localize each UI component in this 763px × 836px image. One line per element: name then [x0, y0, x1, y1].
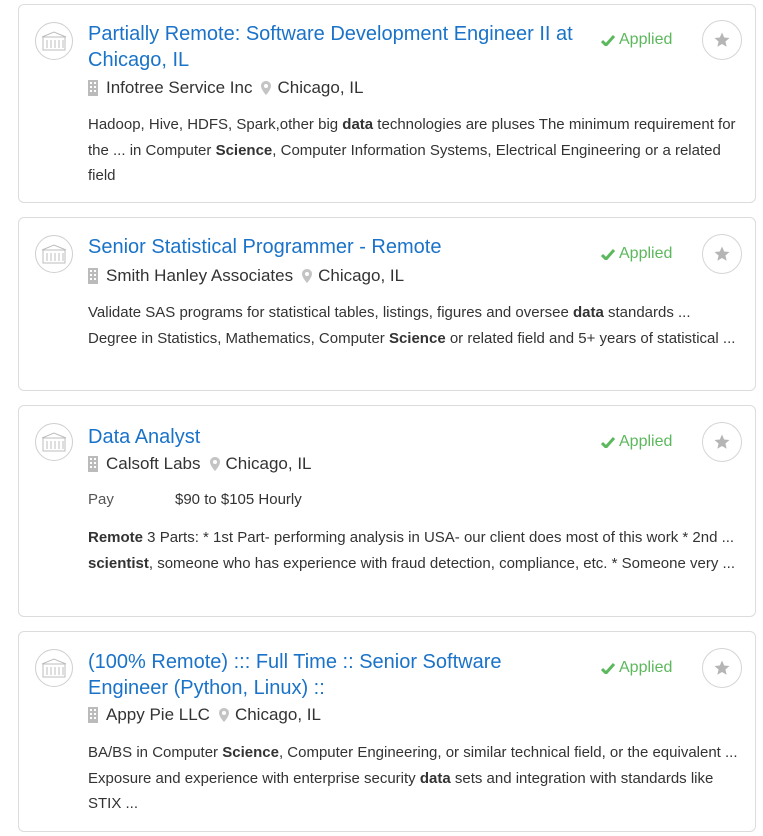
job-card[interactable]: (100% Remote) ::: Full Time :: Senior So…	[18, 631, 756, 832]
job-meta: Appy Pie LLC Chicago, IL	[88, 704, 321, 726]
save-star-button[interactable]	[702, 422, 742, 462]
snippet-text: , someone who has experience with fraud …	[148, 554, 736, 572]
star-icon	[714, 32, 730, 47]
snippet-text: 3 Parts: * 1st Part- performing analysis…	[143, 529, 735, 546]
snippet-highlight: Science	[388, 329, 446, 347]
snippet-highlight: Science	[215, 141, 273, 159]
applied-label: Applied	[619, 659, 673, 676]
applied-status: Applied	[601, 433, 672, 451]
job-title-link[interactable]: Data Analyst	[88, 424, 588, 450]
job-meta: Smith Hanley Associates Chicago, IL	[88, 265, 404, 287]
job-meta: Calsoft Labs Chicago, IL	[88, 453, 312, 475]
applied-label: Applied	[619, 245, 673, 262]
check-icon	[601, 34, 615, 46]
job-snippet: Validate SAS programs for statistical ta…	[88, 300, 738, 351]
snippet-highlight: Science	[222, 744, 279, 761]
job-card[interactable]: Senior Statistical Programmer - Remote S…	[18, 217, 756, 391]
star-icon	[714, 660, 730, 675]
snippet-highlight: data	[572, 304, 604, 321]
applied-label: Applied	[619, 433, 673, 450]
applied-label: Applied	[619, 31, 673, 48]
save-star-button[interactable]	[702, 648, 742, 688]
check-icon	[601, 662, 615, 674]
job-location: Chicago, IL	[225, 454, 312, 473]
job-title-link[interactable]: (100% Remote) ::: Full Time :: Senior So…	[88, 649, 528, 701]
job-title-link[interactable]: Partially Remote: Software Development E…	[88, 21, 588, 73]
company-name: Smith Hanley Associates	[106, 266, 294, 285]
location-pin-icon	[302, 269, 313, 283]
job-snippet: Remote 3 Parts: * 1st Part- performing a…	[88, 525, 738, 576]
pay-value: $90 to $105 Hourly	[175, 491, 302, 508]
company-name: Infotree Service Inc	[106, 78, 253, 97]
snippet-highlight: data	[419, 769, 451, 787]
location-pin-icon	[209, 457, 220, 471]
star-icon	[714, 246, 730, 261]
job-snippet: Hadoop, Hive, HDFS, Spark,other big data…	[88, 112, 738, 189]
applied-status: Applied	[601, 659, 672, 677]
job-location: Chicago, IL	[234, 705, 321, 724]
job-meta: Infotree Service Inc Chicago, IL	[88, 77, 363, 99]
save-star-button[interactable]	[702, 20, 742, 60]
company-name: Appy Pie LLC	[106, 705, 210, 724]
snippet-text: Validate SAS programs for statistical ta…	[88, 304, 573, 321]
pay-label: Pay	[88, 491, 114, 508]
location-pin-icon	[218, 708, 229, 722]
applied-status: Applied	[601, 31, 672, 49]
job-title-link[interactable]: Senior Statistical Programmer - Remote	[88, 234, 588, 260]
building-icon	[88, 707, 98, 723]
snippet-highlight: data	[342, 116, 374, 133]
pay-row: Pay $90 to $105 Hourly	[88, 491, 302, 508]
company-logo-icon	[35, 22, 73, 60]
star-icon	[714, 434, 730, 449]
snippet-highlight: scientist	[88, 554, 149, 572]
building-icon	[88, 456, 98, 472]
company-name: Calsoft Labs	[106, 454, 201, 473]
job-card[interactable]: Data Analyst Calsoft Labs Chicago, IL Pa…	[18, 405, 756, 617]
company-logo-icon	[35, 235, 73, 273]
job-snippet: BA/BS in Computer Science, Computer Engi…	[88, 740, 738, 817]
check-icon	[601, 248, 615, 260]
company-logo-icon	[35, 649, 73, 687]
check-icon	[601, 436, 615, 448]
applied-status: Applied	[601, 245, 672, 263]
snippet-text: or related field and 5+ years of statist…	[445, 329, 736, 347]
job-location: Chicago, IL	[277, 78, 364, 97]
snippet-highlight: Remote	[88, 529, 144, 546]
company-logo-icon	[35, 423, 73, 461]
save-star-button[interactable]	[702, 234, 742, 274]
building-icon	[88, 268, 98, 284]
job-card[interactable]: Partially Remote: Software Development E…	[18, 4, 756, 203]
snippet-text: BA/BS in Computer	[88, 744, 223, 761]
building-icon	[88, 80, 98, 96]
snippet-text: Hadoop, Hive, HDFS, Spark,other big	[88, 116, 343, 133]
job-location: Chicago, IL	[318, 266, 405, 285]
location-pin-icon	[261, 81, 272, 95]
